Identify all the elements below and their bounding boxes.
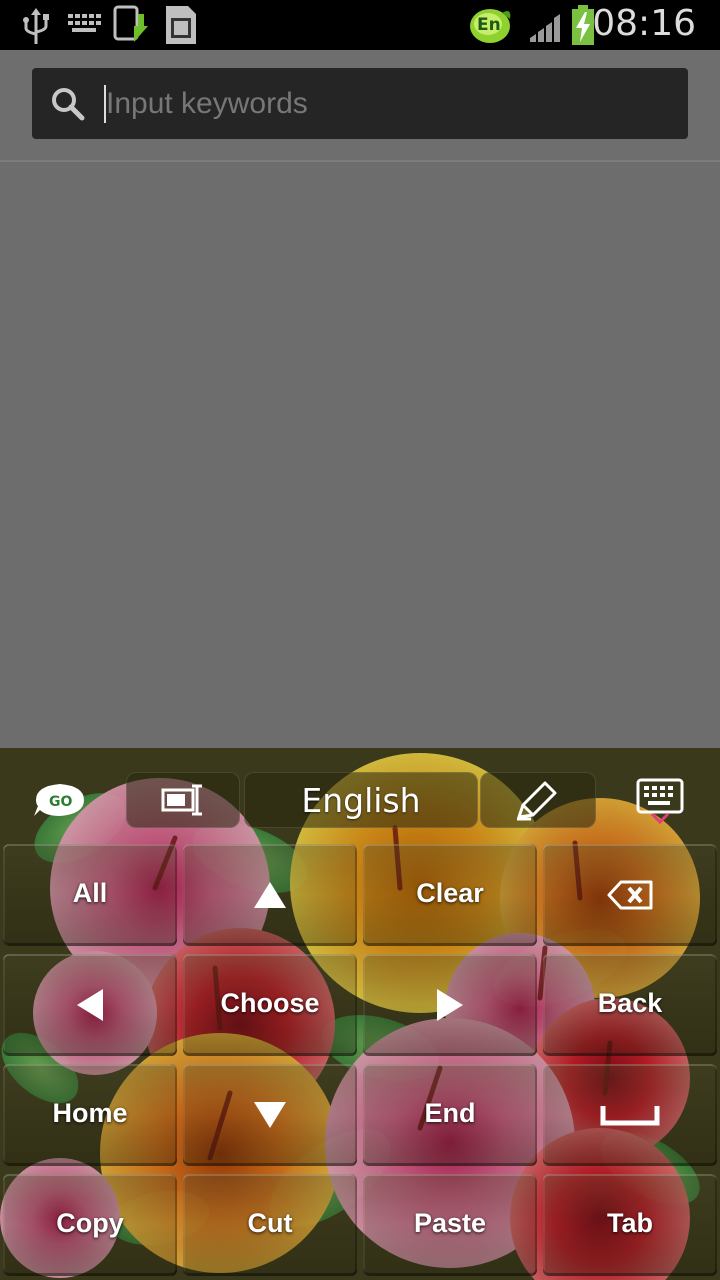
search-icon[interactable] (50, 86, 86, 127)
key-label: Copy (56, 1208, 124, 1238)
key-select-all[interactable]: All (3, 844, 177, 946)
key-clear[interactable]: Clear (363, 844, 537, 946)
key-label: End (424, 1098, 476, 1128)
clock: 08:16 (592, 3, 696, 44)
key-label: All (72, 878, 108, 908)
key-tab[interactable]: Tab (543, 1174, 717, 1276)
arrow-down-icon (254, 1102, 286, 1128)
go-logo-text: GO (49, 794, 72, 810)
key-label: Home (52, 1098, 128, 1128)
keyboard: GO English All Clear Choose Back Home En… (0, 748, 720, 1280)
keyboard-notification-icon (66, 12, 102, 43)
content-area (0, 162, 720, 748)
key-backspace[interactable] (543, 844, 717, 946)
arrow-up-icon (254, 882, 286, 908)
key-home[interactable]: Home (3, 1064, 177, 1166)
key-end[interactable]: End (363, 1064, 537, 1166)
pen-icon (513, 779, 559, 826)
handwriting-button[interactable] (480, 772, 596, 828)
search-input[interactable] (106, 82, 666, 126)
key-label: Choose (220, 988, 320, 1018)
keyboard-toolbar: GO English (0, 748, 720, 842)
key-choose[interactable]: Choose (183, 954, 357, 1056)
key-down[interactable] (183, 1064, 357, 1166)
key-back[interactable]: Back (543, 954, 717, 1056)
key-cut[interactable]: Cut (183, 1174, 357, 1276)
upload-icon (112, 4, 152, 51)
key-right[interactable] (363, 954, 537, 1056)
backspace-icon (607, 880, 653, 910)
key-up[interactable] (183, 844, 357, 946)
search-box[interactable] (32, 68, 688, 139)
key-label: Back (597, 988, 663, 1018)
key-label: Tab (607, 1208, 653, 1238)
arrow-right-icon (437, 989, 463, 1021)
layout-switch-button[interactable] (126, 772, 240, 828)
usb-icon (22, 8, 50, 51)
arrow-left-icon (77, 989, 103, 1021)
key-copy[interactable]: Copy (3, 1174, 177, 1276)
space-icon (600, 1106, 660, 1126)
language-badge-text: En (477, 15, 501, 35)
language-button[interactable]: English (244, 772, 478, 828)
key-label: Paste (413, 1208, 487, 1238)
go-logo-icon[interactable]: GO (32, 780, 88, 825)
key-paste[interactable]: Paste (363, 1174, 537, 1276)
signal-icon (528, 8, 564, 49)
status-bar: En 08:16 (0, 0, 720, 50)
key-label: Clear (416, 878, 484, 908)
search-header (0, 50, 720, 162)
language-label: English (301, 781, 421, 820)
key-left[interactable] (3, 954, 177, 1056)
sd-card-icon (162, 4, 198, 51)
language-badge: En (468, 5, 512, 45)
hide-keyboard-icon[interactable] (636, 778, 686, 829)
key-label: Cut (247, 1208, 293, 1238)
key-space[interactable] (543, 1064, 717, 1166)
layout-switch-icon (161, 783, 205, 822)
